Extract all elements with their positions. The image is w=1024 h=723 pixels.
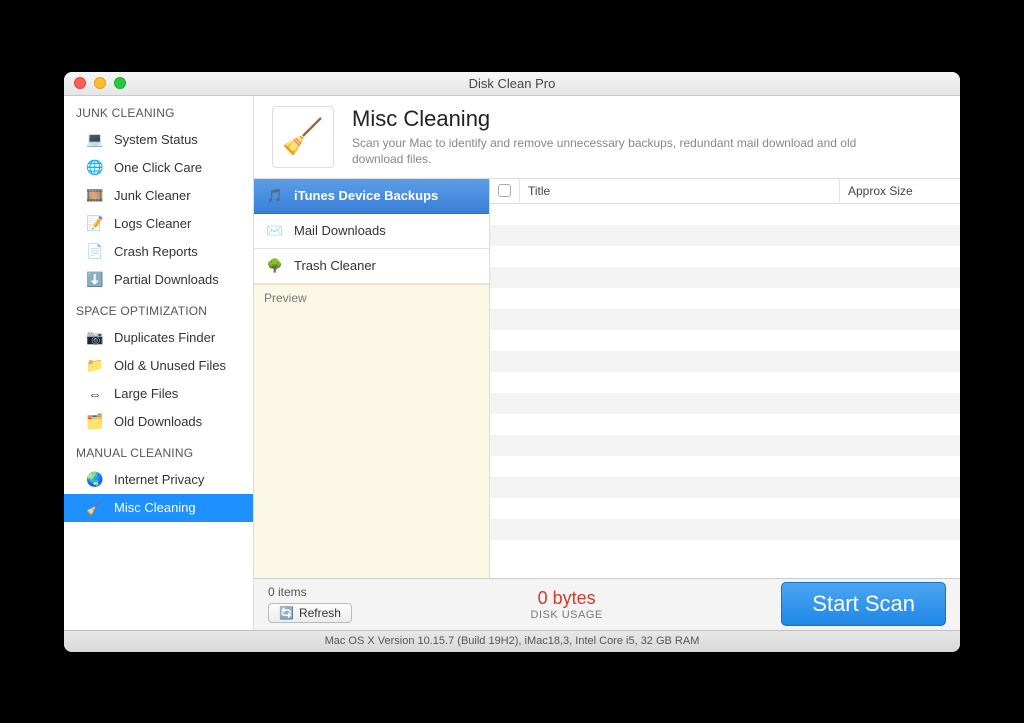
sidebar-item-label: Old & Unused Files bbox=[114, 358, 226, 373]
sidebar-item-system-status[interactable]: 💻 System Status bbox=[64, 126, 253, 154]
folder-icon: 📁 bbox=[86, 357, 104, 375]
category-itunes-backups[interactable]: 🎵 iTunes Device Backups bbox=[254, 179, 489, 214]
sidebar-item-label: Partial Downloads bbox=[114, 272, 219, 287]
sidebar-item-old-downloads[interactable]: 🗂️ Old Downloads bbox=[64, 408, 253, 436]
archive-icon: 🗂️ bbox=[86, 413, 104, 431]
group-header: JUNK CLEANING bbox=[64, 96, 253, 126]
table-row bbox=[490, 498, 960, 519]
category-mail-downloads[interactable]: ✉️ Mail Downloads bbox=[254, 214, 489, 249]
page-title: Misc Cleaning bbox=[352, 106, 872, 132]
group-header: SPACE OPTIMIZATION bbox=[64, 294, 253, 324]
table-row bbox=[490, 456, 960, 477]
table-row bbox=[490, 204, 960, 225]
category-label: Trash Cleaner bbox=[294, 258, 376, 273]
sidebar-item-label: Crash Reports bbox=[114, 244, 198, 259]
group-header: MANUAL CLEANING bbox=[64, 436, 253, 466]
table-row bbox=[490, 519, 960, 540]
traffic-lights bbox=[74, 77, 126, 89]
sidebar-item-label: Logs Cleaner bbox=[114, 216, 191, 231]
broom-icon: 🧹 bbox=[86, 499, 104, 517]
table-row bbox=[490, 351, 960, 372]
system-info: Mac OS X Version 10.15.7 (Build 19H2), i… bbox=[325, 635, 700, 647]
table-header: Title Approx Size bbox=[490, 179, 960, 204]
music-icon: 🎵 bbox=[266, 187, 284, 205]
column-title[interactable]: Title bbox=[520, 179, 840, 203]
disk-usage-label: DISK USAGE bbox=[366, 609, 767, 621]
sidebar-item-label: Junk Cleaner bbox=[114, 188, 191, 203]
sidebar-item-label: Internet Privacy bbox=[114, 472, 204, 487]
sidebar-item-internet-privacy[interactable]: 🌏 Internet Privacy bbox=[64, 466, 253, 494]
preview-panel: Preview bbox=[254, 284, 489, 578]
tree-icon: 🌳 bbox=[266, 257, 284, 275]
table-row bbox=[490, 309, 960, 330]
main-panel: 🧹 Misc Cleaning Scan your Mac to identif… bbox=[254, 96, 960, 630]
column-size[interactable]: Approx Size bbox=[840, 179, 960, 203]
globe-icon: 🌐 bbox=[86, 159, 104, 177]
select-all-header[interactable] bbox=[490, 179, 520, 203]
sidebar-item-logs-cleaner[interactable]: 📝 Logs Cleaner bbox=[64, 210, 253, 238]
arrows-icon: ⇔ bbox=[86, 385, 104, 403]
results-column: Title Approx Size bbox=[490, 179, 960, 578]
table-row bbox=[490, 330, 960, 351]
preview-label: Preview bbox=[264, 291, 307, 305]
items-count: 0 items bbox=[268, 585, 352, 599]
refresh-icon: 🔄 bbox=[279, 606, 294, 620]
disk-usage-bytes: 0 bytes bbox=[366, 588, 767, 609]
camera-icon: 📷 bbox=[86, 329, 104, 347]
sidebar-item-label: System Status bbox=[114, 132, 198, 147]
sidebar-item-duplicates-finder[interactable]: 📷 Duplicates Finder bbox=[64, 324, 253, 352]
app-window: Disk Clean Pro JUNK CLEANING 💻 System St… bbox=[64, 72, 960, 652]
sidebar-item-one-click-care[interactable]: 🌐 One Click Care bbox=[64, 154, 253, 182]
header-panel: 🧹 Misc Cleaning Scan your Mac to identif… bbox=[254, 96, 960, 179]
window-title: Disk Clean Pro bbox=[469, 76, 556, 91]
pencil-icon: 📝 bbox=[86, 215, 104, 233]
table-row bbox=[490, 477, 960, 498]
titlebar[interactable]: Disk Clean Pro bbox=[64, 72, 960, 96]
sidebar-item-partial-downloads[interactable]: ⬇️ Partial Downloads bbox=[64, 266, 253, 294]
start-scan-button[interactable]: Start Scan bbox=[781, 582, 946, 626]
refresh-label: Refresh bbox=[299, 606, 341, 620]
category-label: iTunes Device Backups bbox=[294, 188, 438, 203]
sidebar-item-label: Large Files bbox=[114, 386, 178, 401]
footer: 0 items 🔄 Refresh 0 bytes DISK USAGE Sta… bbox=[254, 578, 960, 630]
page-subtitle: Scan your Mac to identify and remove unn… bbox=[352, 135, 872, 167]
download-icon: ⬇️ bbox=[86, 271, 104, 289]
close-icon[interactable] bbox=[74, 77, 86, 89]
broom-big-icon: 🧹 bbox=[272, 106, 334, 168]
table-body bbox=[490, 204, 960, 578]
earth-icon: 🌏 bbox=[86, 471, 104, 489]
sidebar-item-junk-cleaner[interactable]: 🎞️ Junk Cleaner bbox=[64, 182, 253, 210]
sidebar-item-label: One Click Care bbox=[114, 160, 202, 175]
sidebar: JUNK CLEANING 💻 System Status 🌐 One Clic… bbox=[64, 96, 254, 630]
sidebar-item-label: Misc Cleaning bbox=[114, 500, 196, 515]
category-label: Mail Downloads bbox=[294, 223, 386, 238]
sidebar-item-label: Duplicates Finder bbox=[114, 330, 215, 345]
sidebar-item-crash-reports[interactable]: 📄 Crash Reports bbox=[64, 238, 253, 266]
table-row bbox=[490, 393, 960, 414]
category-column: 🎵 iTunes Device Backups ✉️ Mail Download… bbox=[254, 179, 490, 578]
sidebar-item-large-files[interactable]: ⇔ Large Files bbox=[64, 380, 253, 408]
sidebar-item-old-unused-files[interactable]: 📁 Old & Unused Files bbox=[64, 352, 253, 380]
table-row bbox=[490, 435, 960, 456]
minimize-icon[interactable] bbox=[94, 77, 106, 89]
table-row bbox=[490, 225, 960, 246]
refresh-button[interactable]: 🔄 Refresh bbox=[268, 603, 352, 623]
status-bar: Mac OS X Version 10.15.7 (Build 19H2), i… bbox=[64, 630, 960, 652]
table-row bbox=[490, 414, 960, 435]
document-icon: 📄 bbox=[86, 243, 104, 261]
sidebar-item-misc-cleaning[interactable]: 🧹 Misc Cleaning bbox=[64, 494, 253, 522]
table-row bbox=[490, 267, 960, 288]
table-row bbox=[490, 288, 960, 309]
zoom-icon[interactable] bbox=[114, 77, 126, 89]
checkbox-icon[interactable] bbox=[498, 184, 511, 197]
start-scan-label: Start Scan bbox=[812, 591, 915, 616]
category-trash-cleaner[interactable]: 🌳 Trash Cleaner bbox=[254, 249, 489, 284]
envelope-icon: ✉️ bbox=[266, 222, 284, 240]
monitor-icon: 💻 bbox=[86, 131, 104, 149]
film-icon: 🎞️ bbox=[86, 187, 104, 205]
table-row bbox=[490, 372, 960, 393]
sidebar-item-label: Old Downloads bbox=[114, 414, 202, 429]
table-row bbox=[490, 246, 960, 267]
